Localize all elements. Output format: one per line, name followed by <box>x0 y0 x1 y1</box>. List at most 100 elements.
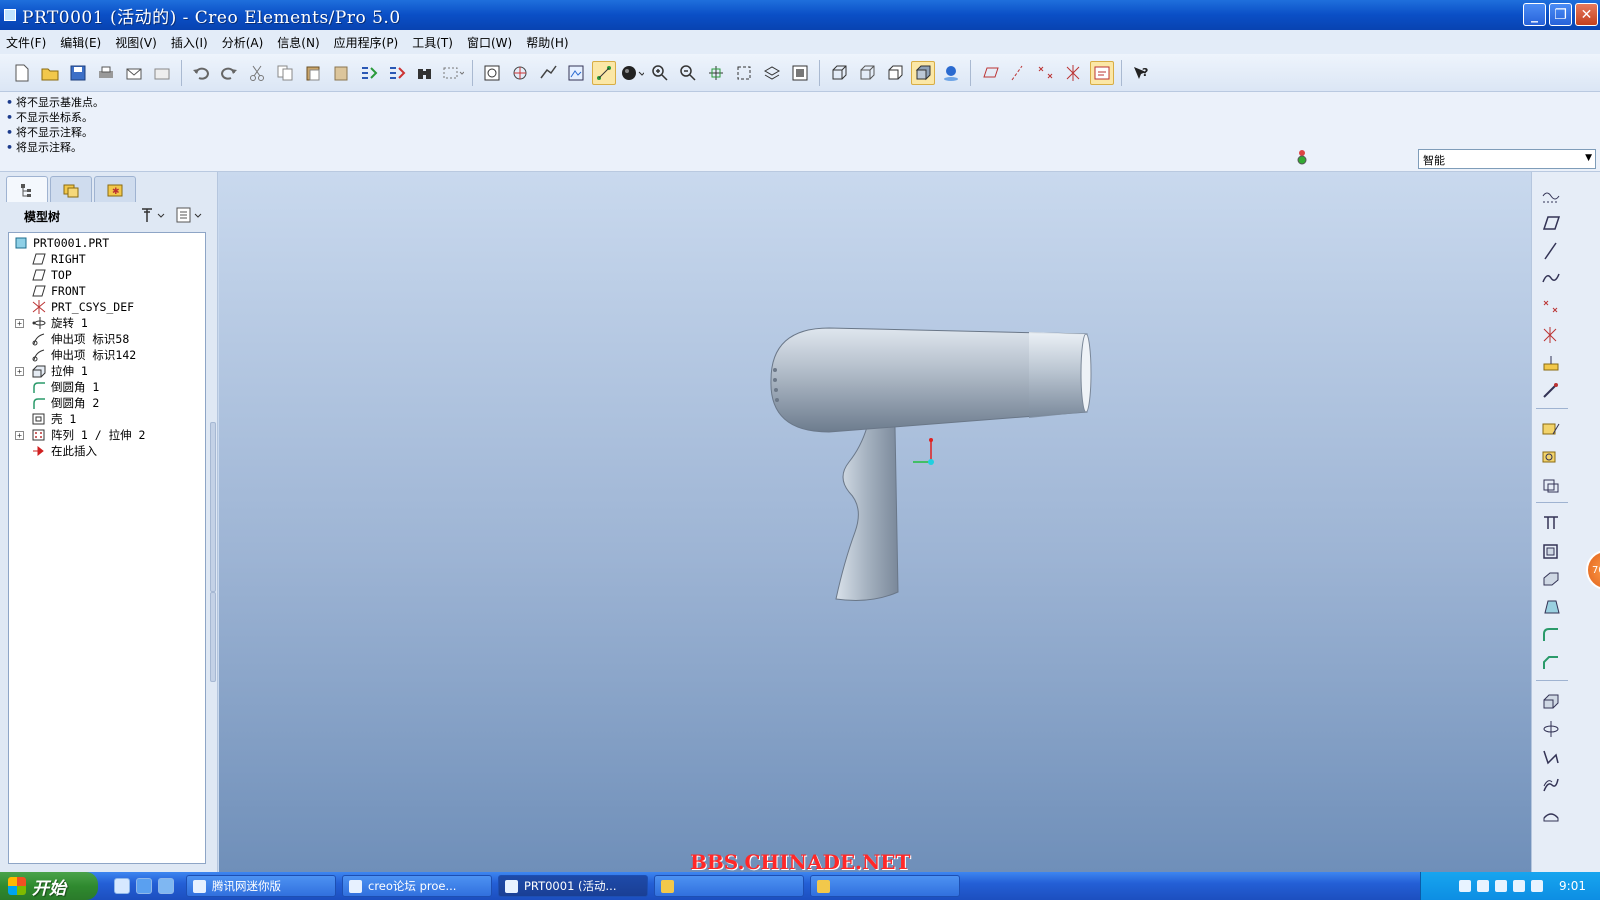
close-button[interactable]: ✕ <box>1575 3 1598 26</box>
tab-favorites[interactable]: ✱ <box>94 176 136 202</box>
shading-icon[interactable] <box>620 61 644 85</box>
csys-tool-icon[interactable] <box>1540 324 1562 346</box>
menu-tools[interactable]: 工具(T) <box>412 34 453 51</box>
tab-model-tree[interactable] <box>6 176 48 202</box>
rib-tool-icon[interactable] <box>1540 568 1562 590</box>
datum-axes-toggle-icon[interactable] <box>1006 61 1030 85</box>
paste-icon[interactable] <box>301 61 325 85</box>
sketch-tool-icon[interactable] <box>1540 418 1562 440</box>
tree-item[interactable]: 壳 1 <box>9 411 205 427</box>
spin-center-icon[interactable] <box>508 61 532 85</box>
start-button[interactable]: 开始 <box>0 872 98 900</box>
taskbar-item[interactable]: creo论坛 proe... <box>342 875 492 897</box>
graphics-viewport[interactable] <box>219 172 1531 872</box>
tree-item[interactable]: FRONT <box>9 283 205 299</box>
round-tool-icon[interactable] <box>1540 624 1562 646</box>
menu-window[interactable]: 窗口(W) <box>467 34 512 51</box>
taskbar-item[interactable]: 腾讯网迷你版 <box>186 875 336 897</box>
tree-item[interactable]: 倒圆角 1 <box>9 379 205 395</box>
datum-display-icon[interactable] <box>592 60 616 85</box>
open-folder-icon[interactable] <box>38 61 62 85</box>
sketched-datum-icon[interactable] <box>1540 184 1562 206</box>
menu-insert[interactable]: 插入(I) <box>171 34 208 51</box>
panel-splitter[interactable] <box>210 422 216 592</box>
boundary-blend-icon[interactable] <box>1540 802 1562 824</box>
volume-icon[interactable] <box>1513 880 1526 892</box>
security-icon[interactable] <box>1531 880 1544 892</box>
nozzle-opening[interactable] <box>1080 333 1092 413</box>
zoom-out-icon[interactable] <box>676 61 700 85</box>
regen-manager-icon[interactable] <box>385 61 409 85</box>
tree-item[interactable]: PRT0001.PRT <box>9 235 205 251</box>
show-menu-icon[interactable] <box>174 206 204 224</box>
appearance-icon[interactable] <box>788 61 812 85</box>
undo-icon[interactable] <box>189 61 213 85</box>
find-icon[interactable] <box>413 61 437 85</box>
tree-item[interactable]: 伸出项 标识142 <box>9 347 205 363</box>
wireframe-icon[interactable] <box>827 61 851 85</box>
minimize-button[interactable]: _ <box>1523 3 1546 26</box>
new-file-icon[interactable] <box>10 61 34 85</box>
select-box-icon[interactable] <box>441 61 465 85</box>
expand-icon[interactable]: + <box>15 367 24 376</box>
tree-item[interactable]: + 旋转 1 <box>9 315 205 331</box>
nozzle-surface[interactable] <box>1029 332 1087 418</box>
menu-edit[interactable]: 编辑(E) <box>60 34 101 51</box>
tree-item[interactable]: + 阵列 1 / 拉伸 2 <box>9 427 205 443</box>
annotation-toggle-icon[interactable] <box>1090 60 1114 85</box>
datum-planes-toggle-icon[interactable] <box>978 61 1002 85</box>
variable-sweep-icon[interactable] <box>1540 746 1562 768</box>
hidden-line-icon[interactable] <box>855 61 879 85</box>
show-desktop-icon[interactable] <box>114 878 130 894</box>
paste-special-icon[interactable] <box>329 61 353 85</box>
qq-icon[interactable] <box>1495 880 1508 892</box>
network-icon[interactable] <box>1477 880 1490 892</box>
menu-view[interactable]: 视图(V) <box>115 34 157 51</box>
datum-points-toggle-icon[interactable] <box>1034 61 1058 85</box>
save-icon[interactable] <box>66 61 90 85</box>
maximize-button[interactable]: ❐ <box>1549 3 1572 26</box>
saved-views-icon[interactable] <box>732 61 756 85</box>
email-icon[interactable] <box>122 61 146 85</box>
menu-analysis[interactable]: 分析(A) <box>222 34 264 51</box>
print-icon[interactable] <box>94 61 118 85</box>
tree-item[interactable]: TOP <box>9 267 205 283</box>
regenerate-icon[interactable] <box>357 61 381 85</box>
tree-item[interactable]: RIGHT <box>9 251 205 267</box>
taskbar-item[interactable]: PRT0001 (活动... <box>498 875 648 897</box>
layers-icon[interactable] <box>760 61 784 85</box>
orient-mode-icon[interactable] <box>536 61 560 85</box>
repaint-icon[interactable] <box>480 61 504 85</box>
selection-filter-dropdown[interactable]: 智能 ▼ <box>1418 149 1596 169</box>
chamfer-tool-icon[interactable] <box>1540 652 1562 674</box>
menu-file[interactable]: 文件(F) <box>6 34 46 51</box>
tree-item[interactable]: 在此插入 <box>9 443 205 459</box>
enhanced-realism-icon[interactable] <box>939 61 963 85</box>
tab-folder-browser[interactable] <box>50 176 92 202</box>
ie-browser-icon[interactable] <box>136 878 152 894</box>
cut-icon[interactable] <box>245 61 269 85</box>
datum-plane-tool-icon[interactable] <box>1540 212 1562 234</box>
shaded-icon[interactable] <box>911 60 935 85</box>
datum-axis-tool-icon[interactable] <box>1540 240 1562 262</box>
revolve-tool-icon[interactable] <box>1540 718 1562 740</box>
panel-splitter[interactable] <box>210 592 216 682</box>
taskbar-item[interactable] <box>810 875 960 897</box>
context-help-icon[interactable]: ? <box>1129 61 1153 85</box>
hole-tool-icon[interactable] <box>1540 512 1562 534</box>
datum-curve-tool-icon[interactable] <box>1540 268 1562 290</box>
datum-point-tool-icon[interactable] <box>1540 296 1562 318</box>
sketch-plane-icon[interactable] <box>1540 474 1562 496</box>
draft-tool-icon[interactable] <box>1540 596 1562 618</box>
menu-info[interactable]: 信息(N) <box>277 34 319 51</box>
extrude-tool-icon[interactable] <box>1540 690 1562 712</box>
tree-item[interactable]: PRT_CSYS_DEF <box>9 299 205 315</box>
view-manager-icon[interactable] <box>564 61 588 85</box>
csys-toggle-icon[interactable] <box>1062 61 1086 85</box>
blend-tool-icon[interactable] <box>1540 774 1562 796</box>
settings-icon[interactable] <box>138 206 166 224</box>
expand-icon[interactable]: + <box>15 431 24 440</box>
sketch-setup-icon[interactable] <box>1540 446 1562 468</box>
copy-icon[interactable] <box>273 61 297 85</box>
tree-item[interactable]: 倒圆角 2 <box>9 395 205 411</box>
